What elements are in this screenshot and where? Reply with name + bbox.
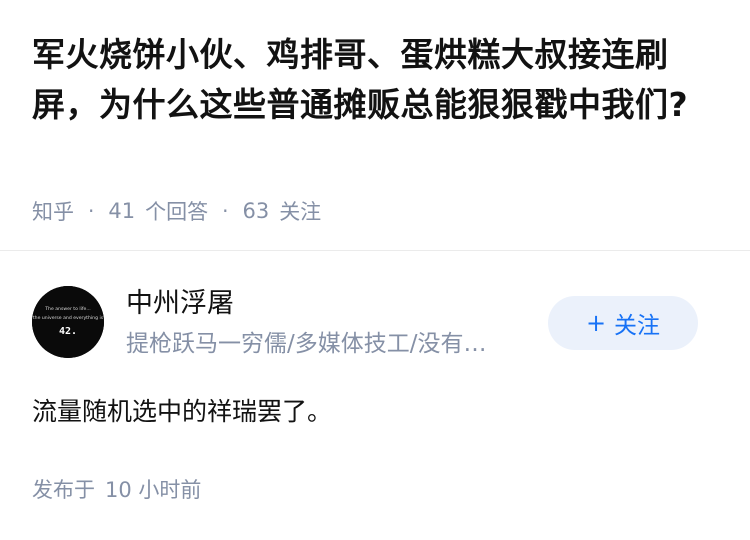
meta-separator: · <box>88 199 95 223</box>
avatar-text-line1: The answer to life... <box>44 306 91 312</box>
follow-label: 关注 <box>614 313 661 339</box>
avatar-number: 42. <box>59 326 77 337</box>
avatar-text-line2: the universe and everything is <box>33 315 104 321</box>
plus-icon: + <box>585 309 607 337</box>
answers-label[interactable]: 个回答 <box>145 196 208 226</box>
author-card: The answer to life... the universe and e… <box>32 282 718 362</box>
question-meta: 知乎 · 41 个回答 · 63 关注 <box>32 196 321 226</box>
follows-count: 63 <box>242 199 270 223</box>
answers-count: 41 <box>108 199 136 223</box>
posted-prefix: 发布于 <box>32 478 95 502</box>
question-title[interactable]: 军火烧饼小伙、鸡排哥、蛋烘糕大叔接连刷屏，为什么这些普通摊贩总能狠狠戳中我们? <box>32 30 722 130</box>
question-header: 军火烧饼小伙、鸡排哥、蛋烘糕大叔接连刷屏，为什么这些普通摊贩总能狠狠戳中我们? <box>32 30 722 130</box>
answer-timestamp: 发布于 10 小时前 <box>32 474 201 504</box>
author-bio: 提枪跃马一穷儒/多媒体技工/没有… <box>126 331 487 357</box>
author-name[interactable]: 中州浮屠 <box>126 286 234 322</box>
avatar[interactable]: The answer to life... the universe and e… <box>32 286 104 358</box>
answer-content[interactable]: 流量随机选中的祥瑞罢了。 <box>32 392 332 432</box>
section-divider <box>0 250 750 251</box>
meta-separator: · <box>222 199 229 223</box>
avatar-image: The answer to life... the universe and e… <box>32 286 104 358</box>
posted-time: 10 小时前 <box>105 478 202 502</box>
follows-label: 关注 <box>279 200 322 224</box>
follow-button[interactable]: + 关注 <box>548 296 698 350</box>
question-source[interactable]: 知乎 <box>32 196 74 226</box>
